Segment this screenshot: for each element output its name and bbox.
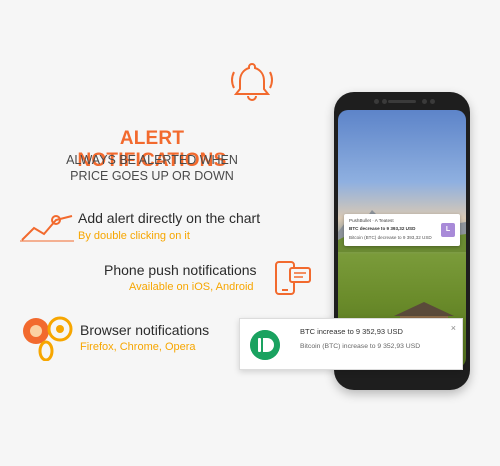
subtitle-line-2: PRICE GOES UP OR DOWN xyxy=(70,169,234,183)
phone-bottom-bezel xyxy=(334,368,470,390)
feature-chart-subtitle: By double clicking on it xyxy=(78,230,190,242)
browser-notification[interactable]: BTC increase to 9 352,93 USD Bitcoin (BT… xyxy=(239,318,463,370)
feature-phone-subtitle: Available on iOS, Android xyxy=(129,281,254,293)
browser-notification-title: BTC increase to 9 352,93 USD xyxy=(300,327,403,336)
page-subtitle: ALWAYS BE ALERTED WHEN PRICE GOES UP OR … xyxy=(52,152,252,184)
phone-notification-app: PushBullet · A Teatest xyxy=(349,218,394,223)
pushbullet-logo-icon xyxy=(250,330,280,360)
chart-alert-icon xyxy=(20,215,74,242)
sensor-dot xyxy=(430,99,435,104)
phone-top-bezel xyxy=(334,92,470,110)
sensor-dot xyxy=(374,99,379,104)
phone-push-notification[interactable]: PushBullet · A Teatest BTC decrease to 9… xyxy=(344,214,460,246)
feature-browser-subtitle: Firefox, Chrome, Opera xyxy=(80,341,196,353)
front-camera xyxy=(422,99,427,104)
close-icon[interactable]: × xyxy=(451,323,456,333)
feature-chart-title: Add alert directly on the chart xyxy=(78,210,261,226)
phone-notification-icon xyxy=(275,261,311,295)
phone-notification-badge: L xyxy=(441,223,455,237)
bell-icon xyxy=(231,62,273,101)
feature-phone-title: Phone push notifications xyxy=(104,262,257,278)
browser-notification-body: Bitcoin (BTC) increase to 9 352,93 USD xyxy=(300,343,421,350)
subtitle-line-1: ALWAYS BE ALERTED WHEN xyxy=(66,153,238,167)
phone-speaker xyxy=(388,100,416,103)
browser-logos-icon xyxy=(23,316,73,361)
phone-notification-title: BTC decrease to 9 393,32 USD xyxy=(349,226,416,231)
phone-notification-body: Bitcoin (BTC) decrease to 9 393,32 USD xyxy=(349,235,432,240)
feature-browser-title: Browser notifications xyxy=(80,322,210,338)
sensor-dot xyxy=(382,99,387,104)
